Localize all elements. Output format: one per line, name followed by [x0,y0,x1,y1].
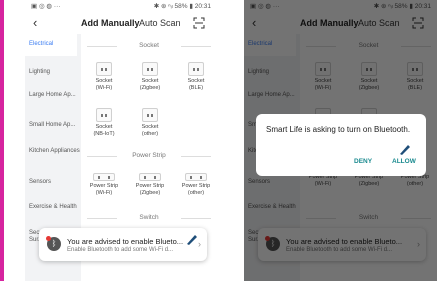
socket-icon [142,108,158,122]
section-socket: Socket [87,42,211,52]
screen-left: ▣ ◎ ◍ ··· ✱ ⊛ ⁿᵢₗ 58% ▮ 20:31 ‹ Add Manu… [25,0,217,281]
scan-icon[interactable] [193,17,205,29]
status-right: ✱ ⊛ ⁿᵢₗ 58% ▮ 20:31 [153,3,211,10]
dialog-message: Smart Life is asking to turn on Bluetoot… [266,125,411,134]
device-strip-other[interactable]: Power Strip (other) [177,170,215,196]
toast-title: You are advised to enable Blueto... [67,237,184,246]
device-strip-zigbee[interactable]: Power Strip (Zigbee) [131,170,169,196]
screen-right: ▣ ◎ ◍ ··· ✱ ⊛ ⁿᵢₗ 58% ▮ 20:31 ‹ Add Manu… [244,0,437,281]
tab-auto-scan[interactable]: Auto Scan [139,18,181,28]
device-socket-zigbee[interactable]: Socket (Zigbee) [131,62,169,91]
power-strip-icon [185,173,207,181]
bluetooth-toast[interactable]: ᛒ You are advised to enable Blueto... En… [39,228,207,261]
pointer-icon [187,235,197,245]
device-socket-nbiot[interactable]: Socket (NB-IoT) [85,108,123,137]
section-switch: Switch [87,214,211,224]
deny-button[interactable]: DENY [354,158,372,165]
alert-badge [46,236,51,241]
status-left: ▣ ◎ ◍ ··· [31,3,61,10]
device-socket-ble[interactable]: Socket (BLE) [177,62,215,91]
sidebar-item-small-home[interactable]: Small Home Ap... [29,122,81,129]
toast-subtitle: Enable Bluetooth to add some Wi-Fi d... [67,247,174,253]
section-power-strip: Power Strip [87,152,211,162]
allow-button[interactable]: ALLOW [392,158,416,165]
socket-icon [188,62,204,76]
socket-icon [96,108,112,122]
left-border [0,0,4,281]
device-socket-other[interactable]: Socket (other) [131,108,169,137]
sidebar-item-exercise[interactable]: Exercise & Health [29,204,81,211]
sidebar-item-lighting[interactable]: Lighting [29,69,81,76]
power-strip-icon [93,173,115,181]
socket-icon [96,62,112,76]
status-bar: ▣ ◎ ◍ ··· ✱ ⊛ ⁿᵢₗ 58% ▮ 20:31 [25,0,217,12]
sidebar-item-sensors[interactable]: Sensors [29,179,81,186]
sidebar-item-electrical[interactable]: Electrical [25,34,77,56]
power-strip-icon [139,173,161,181]
back-icon[interactable]: ‹ [33,15,37,30]
device-socket-wifi[interactable]: Socket (Wi-Fi) [85,62,123,91]
device-strip-wifi[interactable]: Power Strip (Wi-Fi) [85,170,123,196]
tab-add-manually[interactable]: Add Manually [81,18,140,28]
pointer-icon [400,145,410,155]
top-nav: ‹ Add Manually Auto Scan [25,12,217,34]
socket-icon [142,62,158,76]
sidebar-item-large-home[interactable]: Large Home Ap... [29,92,81,99]
sidebar-item-kitchen[interactable]: Kitchen Appliances [29,148,81,155]
